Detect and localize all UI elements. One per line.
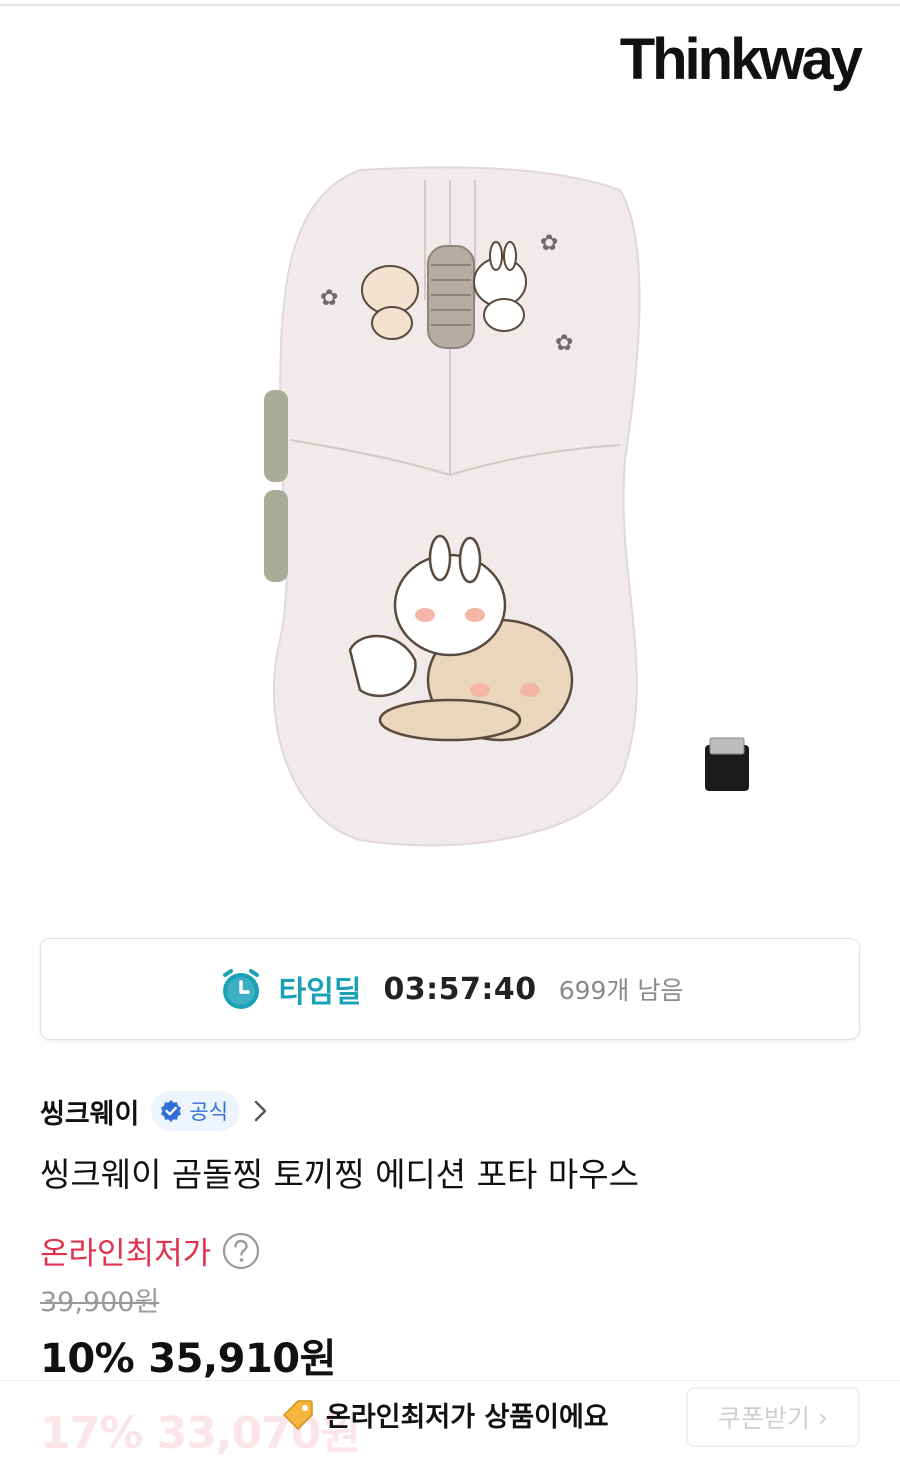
bottom-notice-bar: 17% 33,070원 쿠폰받기 › 온라인최저가 상품이에요 bbox=[0, 1380, 900, 1459]
svg-text:✿: ✿ bbox=[555, 331, 573, 356]
lowest-price-label: 온라인최저가 bbox=[40, 1236, 212, 1272]
price-tag-icon bbox=[283, 1399, 313, 1430]
coupon-button[interactable]: 쿠폰받기 › bbox=[686, 1387, 860, 1447]
side-button-front bbox=[264, 390, 288, 482]
side-button-back bbox=[264, 490, 288, 582]
coupon-chevron-icon: › bbox=[810, 1402, 828, 1432]
top-divider bbox=[0, 4, 900, 6]
verified-check-icon bbox=[161, 1100, 182, 1122]
original-price: 39,900원 bbox=[40, 1287, 160, 1318]
seller-link[interactable]: 씽크웨이 공식 bbox=[40, 1090, 270, 1132]
question-circle-icon[interactable] bbox=[221, 1231, 261, 1271]
official-badge: 공식 bbox=[151, 1091, 241, 1131]
large-bunny-illustration bbox=[393, 553, 507, 657]
time-deal-label: 타임딜 bbox=[278, 975, 362, 1010]
seller-name: 씽크웨이 bbox=[40, 1098, 140, 1130]
chevron-right-icon bbox=[254, 1100, 267, 1122]
discount-percent: 10% bbox=[40, 1336, 135, 1382]
scroll-wheel bbox=[427, 245, 475, 349]
product-image[interactable]: ✿ ✿ ✿ bbox=[200, 160, 800, 860]
time-deal-banner[interactable]: 타임딜 03:57:40 699개 남음 bbox=[40, 938, 860, 1040]
coupon-button-label: 쿠폰받기 bbox=[718, 1404, 811, 1433]
sale-price-row: 10% 35,910원 bbox=[40, 1326, 350, 1384]
product-title: 씽크웨이 곰돌찡 토끼찡 에디션 포타 마우스 bbox=[40, 1155, 639, 1194]
official-label: 공식 bbox=[189, 1100, 229, 1124]
svg-text:✿: ✿ bbox=[320, 286, 338, 311]
time-deal-countdown: 03:57:40 bbox=[383, 971, 537, 1007]
lowest-price-row: 온라인최저가 bbox=[40, 1228, 261, 1273]
brand-logo: Thinkway bbox=[619, 27, 863, 92]
time-deal-remaining: 699개 남음 bbox=[558, 976, 684, 1005]
lowest-price-notice: 온라인최저가 상품이에요 bbox=[280, 1395, 609, 1434]
notice-text: 온라인최저가 상품이에요 bbox=[326, 1402, 609, 1433]
sale-price: 35,910원 bbox=[148, 1336, 336, 1382]
coupon-discount-percent: 17% bbox=[40, 1408, 143, 1459]
alarm-clock-icon bbox=[222, 969, 259, 1009]
svg-text:✿: ✿ bbox=[540, 231, 558, 256]
